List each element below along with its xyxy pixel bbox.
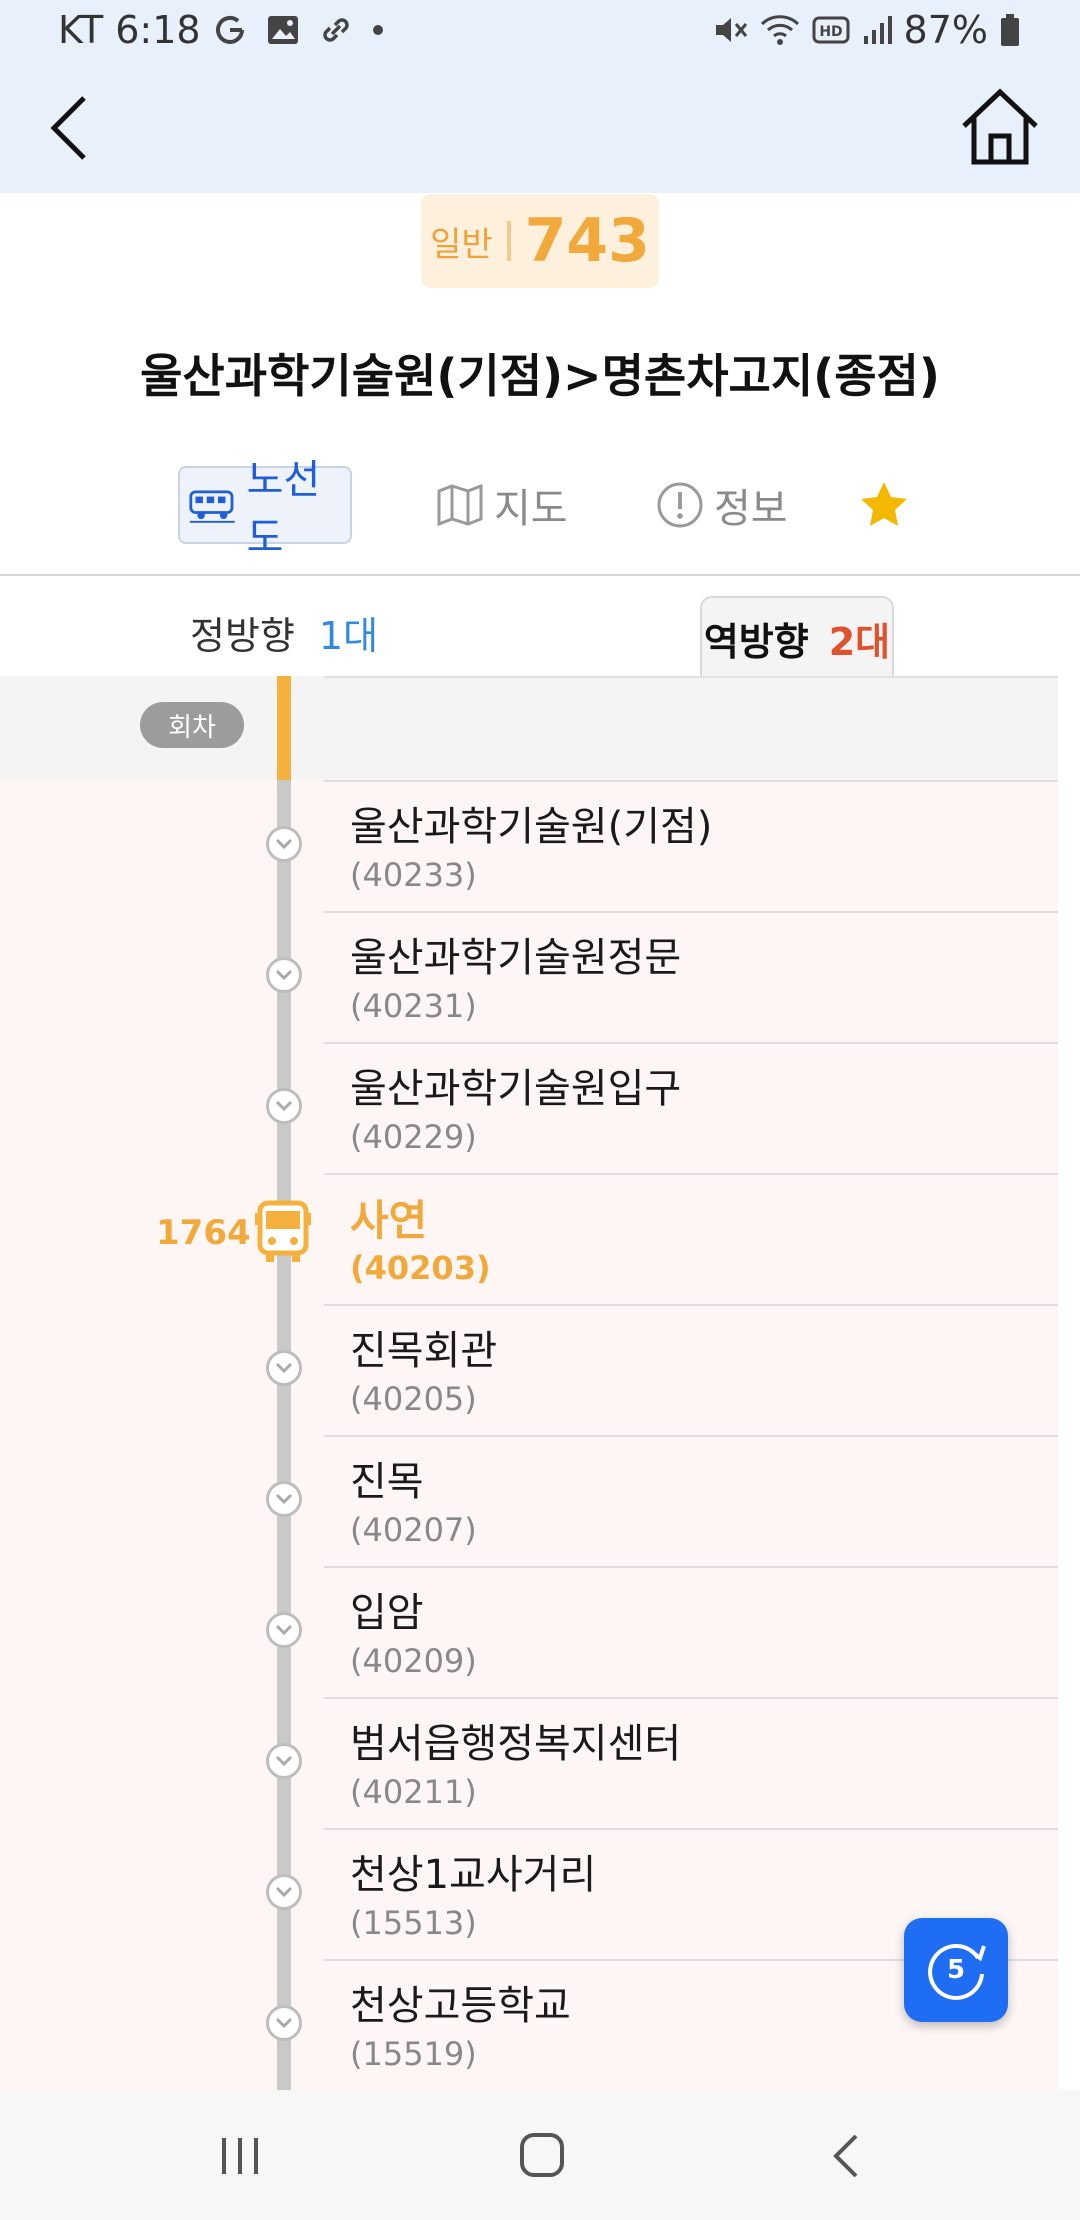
tab-route-label: 노선도 (246, 457, 321, 561)
home-button[interactable] (958, 86, 1042, 170)
map-icon (437, 483, 483, 527)
tab-info-label: 정보 (714, 486, 788, 532)
direction-forward-tab[interactable]: 정방향 1대 (190, 590, 378, 674)
stop-code: (15519) (350, 2035, 477, 2073)
top-bar: KT 6:18 HD 87% (0, 0, 1080, 193)
stop-name: 진목회관 (350, 1328, 498, 1374)
turnaround-divider (324, 676, 1058, 678)
route-number: 743 (524, 206, 650, 276)
turnaround-track (277, 676, 291, 780)
hd-icon: HD (812, 16, 850, 44)
direction-reverse-count: 2대 (828, 619, 891, 664)
bus-route-icon (189, 490, 235, 523)
stop-name: 입암 (350, 1590, 424, 1636)
info-icon (657, 482, 703, 528)
badge-divider (506, 221, 511, 261)
stop-name: 진목 (350, 1459, 424, 1505)
stop-row[interactable]: 진목 (40207) (0, 1435, 1080, 1566)
stop-code: (40233) (350, 856, 477, 894)
direction-reverse-label: 역방향 (703, 619, 809, 664)
stop-row[interactable]: 범서읍행정복지센터 (40211) (0, 1697, 1080, 1828)
back-button[interactable] (40, 90, 100, 166)
route-type: 일반 (430, 224, 493, 265)
gallery-icon (268, 16, 298, 44)
battery-icon (1001, 14, 1019, 46)
direction-reverse-tab[interactable]: 역방향 2대 (700, 596, 894, 678)
stop-name: 울산과학기술원(기점) (350, 804, 713, 850)
turnaround-badge: 회차 (140, 702, 244, 748)
stop-code: (40229) (350, 1118, 477, 1156)
stop-row[interactable]: 울산과학기술원입구 (40229) (0, 1042, 1080, 1173)
link-icon (323, 18, 349, 42)
stop-code: (40231) (350, 987, 477, 1025)
star-icon (861, 482, 907, 526)
tabs-divider (0, 574, 1080, 576)
tab-map-label: 지도 (494, 486, 568, 532)
stop-name: 천상고등학교 (350, 1983, 571, 2029)
stop-name: 울산과학기술원입구 (350, 1066, 682, 1112)
stop-name: 울산과학기술원정문 (350, 935, 682, 981)
stop-row-current[interactable]: 1764 사연 (40203) (0, 1173, 1080, 1304)
google-icon (216, 15, 244, 44)
status-time: KT 6:18 (58, 8, 201, 52)
home-nav-button[interactable] (518, 2130, 566, 2180)
dot-icon (373, 25, 383, 35)
stop-row[interactable]: 천상고등학교 (15519) (0, 1959, 1080, 2090)
stop-code: (40205) (350, 1380, 477, 1418)
stop-name: 범서읍행정복지센터 (350, 1721, 682, 1767)
stop-code: (40207) (350, 1511, 477, 1549)
status-bar: KT 6:18 HD 87% (0, 0, 1080, 62)
route-track-line (277, 780, 291, 2090)
svg-text:HD: HD (819, 24, 842, 40)
bus-vehicle-number: 1764 (156, 1213, 251, 1253)
stop-code: (40209) (350, 1642, 477, 1680)
route-badge: 일반 743 (421, 194, 659, 288)
route-title: 울산과학기술원(기점)>명촌차고지(종점) (140, 349, 940, 403)
battery-percent: 87% (903, 8, 988, 52)
stop-code: (40211) (350, 1773, 477, 1811)
stop-code: (15513) (350, 1904, 477, 1942)
stop-row[interactable]: 진목회관 (40205) (0, 1304, 1080, 1435)
tab-route-map[interactable]: 노선도 (178, 457, 352, 561)
stop-row[interactable]: 울산과학기술원(기점) (40233) (0, 780, 1080, 911)
system-nav-bar (0, 2090, 1080, 2220)
wifi-icon (760, 15, 799, 45)
stop-row[interactable]: 울산과학기술원정문 (40231) (0, 911, 1080, 1042)
view-tabs: 노선도 지도 정보 (0, 457, 1080, 576)
turnaround-row: 회차 (0, 676, 1058, 780)
stop-name: 천상1교사거리 (350, 1852, 597, 1898)
refresh-countdown: 5 (946, 1955, 966, 1985)
tab-map[interactable]: 지도 (436, 466, 568, 544)
refresh-button[interactable]: 5 (904, 1918, 1008, 2022)
stop-name: 사연 (350, 1196, 428, 1245)
stop-code: (40203) (350, 1249, 491, 1287)
stop-list: 울산과학기술원(기점) (40233) 울산과학기술원정문 (40231) 울산… (0, 780, 1080, 2090)
favorite-button[interactable] (858, 466, 910, 544)
back-nav-button[interactable] (826, 2132, 866, 2180)
mute-icon (715, 18, 747, 42)
tab-info[interactable]: 정보 (656, 466, 788, 544)
recent-apps-button[interactable] (218, 2134, 264, 2178)
stop-row[interactable]: 천상1교사거리 (15513) (0, 1828, 1080, 1959)
signal-icon (863, 16, 892, 44)
stop-row[interactable]: 입암 (40209) (0, 1566, 1080, 1697)
direction-forward-label: 정방향 (190, 613, 295, 658)
direction-forward-count: 1대 (318, 613, 379, 658)
